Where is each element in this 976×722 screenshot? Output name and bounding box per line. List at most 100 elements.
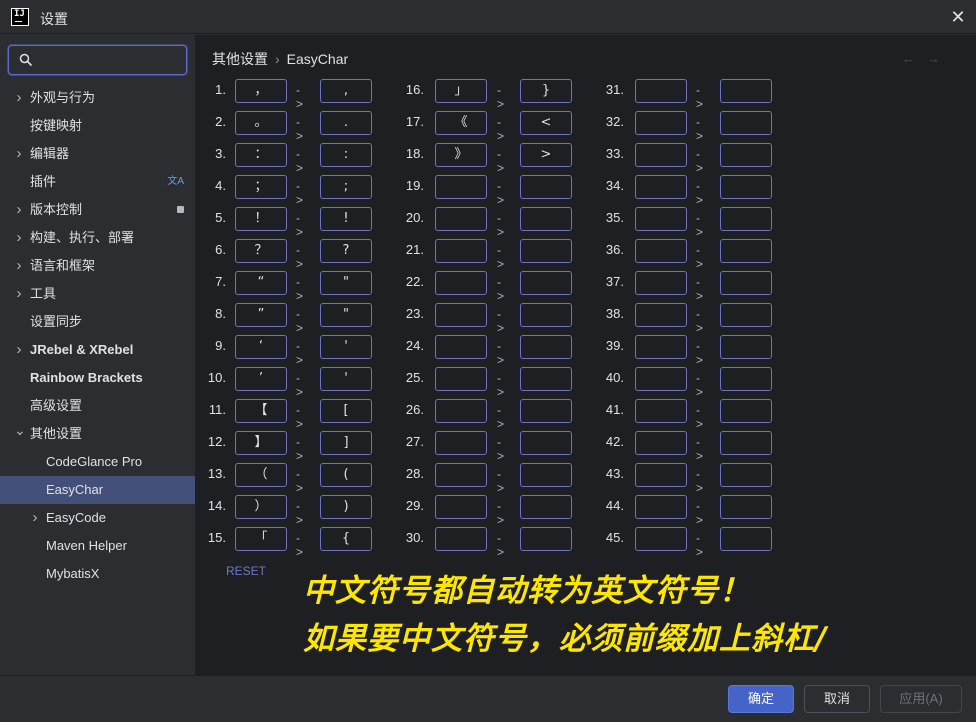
sidebar-item[interactable]: ⌄ 其他设置 xyxy=(0,420,195,448)
source-char-field[interactable] xyxy=(635,367,687,391)
target-char-field[interactable]: " xyxy=(320,271,372,295)
reset-button[interactable]: RESET xyxy=(226,564,266,578)
chevron-right-icon[interactable]: › xyxy=(14,140,24,168)
target-char-field[interactable]: ( xyxy=(320,463,372,487)
sidebar-item[interactable]: 按键映射 xyxy=(0,112,195,140)
source-char-field[interactable]: 【 xyxy=(235,399,287,423)
source-char-field[interactable] xyxy=(635,271,687,295)
target-char-field[interactable]: ' xyxy=(320,335,372,359)
target-char-field[interactable] xyxy=(520,175,572,199)
target-char-field[interactable]: > xyxy=(520,143,572,167)
search-input[interactable] xyxy=(37,46,177,74)
cancel-button[interactable]: 取消 xyxy=(804,685,870,713)
source-char-field[interactable]: 」 xyxy=(435,79,487,103)
sidebar-item[interactable]: 设置同步 xyxy=(0,308,195,336)
source-char-field[interactable]: 「 xyxy=(235,527,287,551)
target-char-field[interactable] xyxy=(720,399,772,423)
target-char-field[interactable] xyxy=(720,79,772,103)
target-char-field[interactable]: : xyxy=(320,143,372,167)
source-char-field[interactable] xyxy=(635,495,687,519)
target-char-field[interactable]: ' xyxy=(320,367,372,391)
source-char-field[interactable] xyxy=(435,367,487,391)
target-char-field[interactable] xyxy=(720,143,772,167)
sidebar-item[interactable]: › JRebel & XRebel xyxy=(0,336,195,364)
sidebar-item[interactable]: › 版本控制 xyxy=(0,196,195,224)
target-char-field[interactable]: ; xyxy=(320,175,372,199)
source-char-field[interactable] xyxy=(435,431,487,455)
source-char-field[interactable]: ！ xyxy=(235,207,287,231)
source-char-field[interactable] xyxy=(435,175,487,199)
target-char-field[interactable] xyxy=(520,335,572,359)
sidebar-item[interactable]: › 语言和框架 xyxy=(0,252,195,280)
chevron-down-icon[interactable]: ⌄ xyxy=(14,416,26,444)
target-char-field[interactable] xyxy=(720,111,772,135)
source-char-field[interactable]: ‘ xyxy=(235,335,287,359)
source-char-field[interactable] xyxy=(635,79,687,103)
target-char-field[interactable] xyxy=(720,527,772,551)
target-char-field[interactable] xyxy=(520,239,572,263)
source-char-field[interactable] xyxy=(635,527,687,551)
source-char-field[interactable]: （ xyxy=(235,463,287,487)
target-char-field[interactable] xyxy=(720,335,772,359)
source-char-field[interactable]: ” xyxy=(235,303,287,327)
sidebar-item[interactable]: › EasyCode xyxy=(0,504,195,532)
chevron-right-icon[interactable]: › xyxy=(14,84,24,112)
target-char-field[interactable] xyxy=(520,399,572,423)
sidebar-item[interactable]: CodeGlance Pro xyxy=(0,448,195,476)
source-char-field[interactable] xyxy=(435,207,487,231)
source-char-field[interactable]: ？ xyxy=(235,239,287,263)
target-char-field[interactable] xyxy=(520,207,572,231)
source-char-field[interactable]: ； xyxy=(235,175,287,199)
chevron-right-icon[interactable]: › xyxy=(30,504,40,532)
target-char-field[interactable]: " xyxy=(320,303,372,327)
source-char-field[interactable]: 】 xyxy=(235,431,287,455)
source-char-field[interactable]: 《 xyxy=(435,111,487,135)
target-char-field[interactable] xyxy=(720,463,772,487)
source-char-field[interactable] xyxy=(635,463,687,487)
target-char-field[interactable] xyxy=(720,175,772,199)
target-char-field[interactable] xyxy=(720,271,772,295)
target-char-field[interactable]: , xyxy=(320,79,372,103)
sidebar-item[interactable]: 插件 文A xyxy=(0,168,195,196)
target-char-field[interactable]: . xyxy=(320,111,372,135)
sidebar-item[interactable]: › 工具 xyxy=(0,280,195,308)
source-char-field[interactable] xyxy=(635,335,687,359)
source-char-field[interactable]: 。 xyxy=(235,111,287,135)
source-char-field[interactable] xyxy=(635,143,687,167)
back-arrow-icon[interactable]: ← xyxy=(902,51,927,66)
sidebar-item[interactable]: Maven Helper xyxy=(0,532,195,560)
sidebar-item[interactable]: EasyChar xyxy=(0,476,195,504)
target-char-field[interactable]: ? xyxy=(320,239,372,263)
sidebar-item[interactable]: › 外观与行为 xyxy=(0,84,195,112)
source-char-field[interactable] xyxy=(435,303,487,327)
target-char-field[interactable]: } xyxy=(520,79,572,103)
chevron-right-icon[interactable]: › xyxy=(14,336,24,364)
source-char-field[interactable]: ） xyxy=(235,495,287,519)
target-char-field[interactable] xyxy=(520,303,572,327)
target-char-field[interactable] xyxy=(520,271,572,295)
sidebar-item[interactable]: 高级设置 xyxy=(0,392,195,420)
source-char-field[interactable] xyxy=(435,335,487,359)
apply-button[interactable]: 应用(A) xyxy=(880,685,962,713)
source-char-field[interactable] xyxy=(435,527,487,551)
source-char-field[interactable] xyxy=(435,463,487,487)
settings-search-box[interactable] xyxy=(8,45,187,75)
target-char-field[interactable] xyxy=(520,527,572,551)
source-char-field[interactable] xyxy=(435,495,487,519)
ok-button[interactable]: 确定 xyxy=(728,685,794,713)
source-char-field[interactable]: 》 xyxy=(435,143,487,167)
source-char-field[interactable] xyxy=(635,431,687,455)
target-char-field[interactable]: [ xyxy=(320,399,372,423)
target-char-field[interactable] xyxy=(720,431,772,455)
forward-arrow-icon[interactable]: → xyxy=(927,51,952,66)
source-char-field[interactable] xyxy=(435,399,487,423)
sidebar-item[interactable]: › 编辑器 xyxy=(0,140,195,168)
source-char-field[interactable] xyxy=(435,239,487,263)
target-char-field[interactable] xyxy=(720,495,772,519)
breadcrumb-parent[interactable]: 其他设置 xyxy=(212,51,268,67)
chevron-right-icon[interactable]: › xyxy=(14,252,24,280)
target-char-field[interactable] xyxy=(720,367,772,391)
target-char-field[interactable]: { xyxy=(320,527,372,551)
source-char-field[interactable] xyxy=(635,303,687,327)
source-char-field[interactable] xyxy=(635,175,687,199)
